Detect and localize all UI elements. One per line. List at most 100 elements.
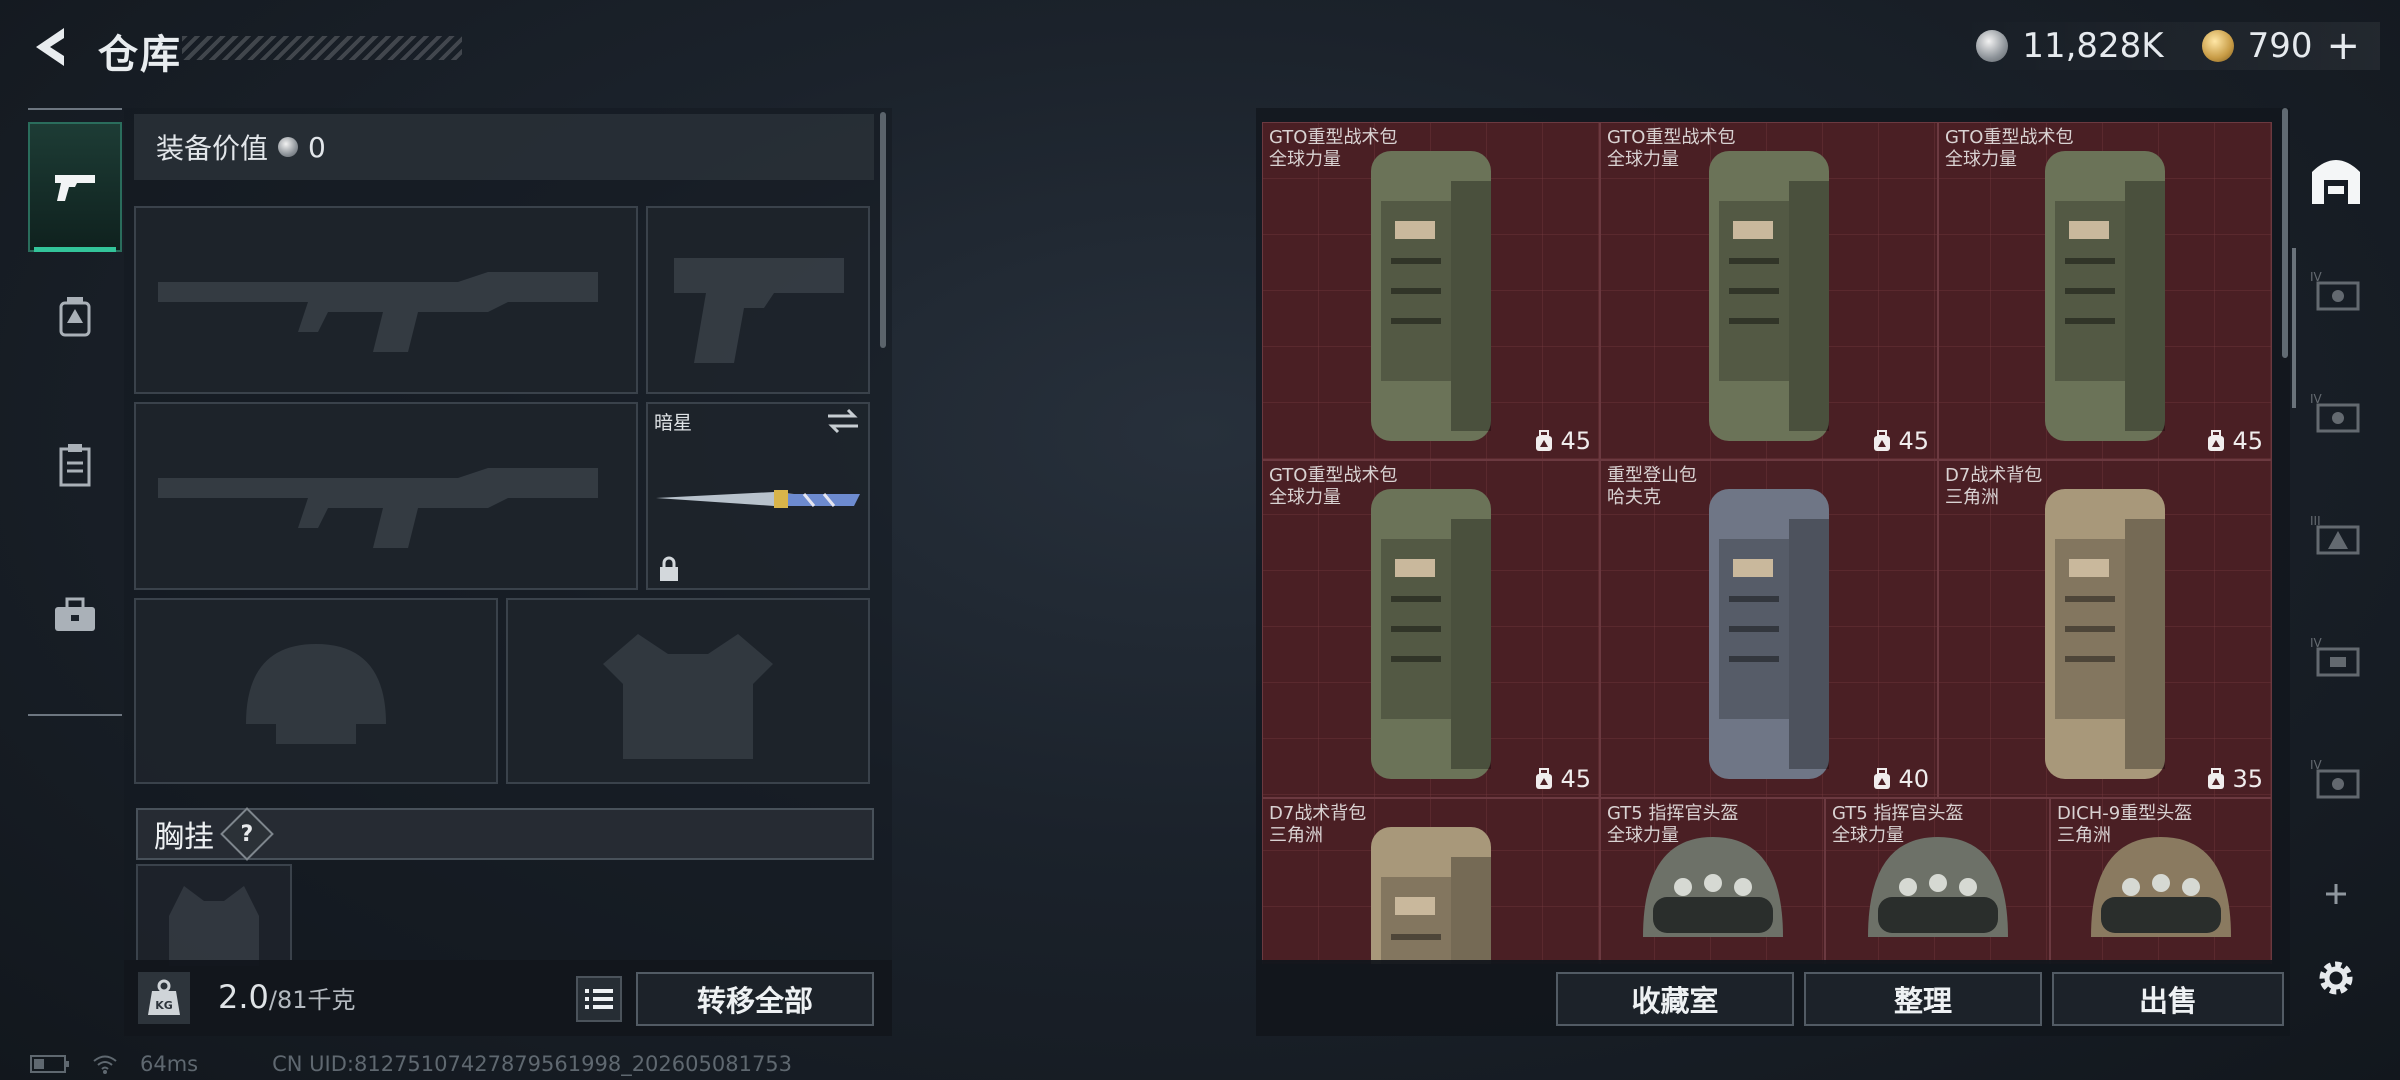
- tab-tools[interactable]: [28, 550, 122, 680]
- status-bar: 64ms CN UID:81275107427879561998_2026050…: [30, 1052, 792, 1076]
- melee-slot[interactable]: 暗星: [646, 402, 870, 590]
- sell-button[interactable]: 出售: [2052, 972, 2284, 1026]
- container-icon: IV: [2310, 270, 2360, 311]
- item-capacity: 35: [2206, 765, 2263, 793]
- sort-button[interactable]: 整理: [1804, 972, 2042, 1026]
- inventory-item[interactable]: 重型登山包 哈夫克 40: [1600, 460, 1938, 798]
- pistol-slot[interactable]: [646, 206, 870, 394]
- collection-room-button[interactable]: 收藏室: [1556, 972, 1794, 1026]
- settings-button[interactable]: [2300, 948, 2372, 1008]
- vest-silhouette-icon: [603, 634, 773, 759]
- capacity-icon: [1874, 768, 1891, 789]
- inventory-scrollbar[interactable]: [2282, 108, 2288, 358]
- storage-rail: IV IV III IV IV: [2292, 108, 2382, 1036]
- pistol-icon: [55, 175, 95, 201]
- tab-weapons[interactable]: [28, 122, 122, 252]
- item-capacity: 45: [1872, 427, 1929, 455]
- item-brand: 三角洲: [1269, 825, 1323, 846]
- inventory-item[interactable]: DICH-9重型头盔 三角洲: [2050, 798, 2272, 964]
- inventory-item[interactable]: GTO重型战术包 全球力量 45: [1262, 460, 1600, 798]
- item-label: GTO重型战术包 全球力量: [1269, 465, 1397, 509]
- gear-icon: [2319, 961, 2353, 995]
- chest-rig-slot[interactable]: [136, 864, 292, 966]
- container-slot-3[interactable]: III: [2300, 504, 2372, 564]
- item-name: DICH-9重型头盔: [2057, 803, 2193, 824]
- inventory-item[interactable]: GTO重型战术包 全球力量 45: [1938, 122, 2272, 460]
- item-brand: 三角洲: [1945, 487, 1999, 508]
- container-icon: IV: [2310, 636, 2360, 677]
- inventory-item[interactable]: D7战术背包 三角洲 35: [1938, 460, 2272, 798]
- help-icon[interactable]: ?: [220, 807, 274, 861]
- user-uid: CN UID:81275107427879561998_202605081753: [272, 1052, 793, 1076]
- item-name: GTO重型战术包: [1269, 127, 1398, 148]
- backpack-icon: [2045, 151, 2165, 441]
- item-brand: 哈夫克: [1607, 487, 1661, 508]
- container-slot-1[interactable]: IV: [2300, 260, 2372, 320]
- category-tabs: [28, 108, 122, 716]
- svg-text:KG: KG: [155, 999, 173, 1012]
- helmet-silhouette-icon: [246, 644, 386, 744]
- silver-coin-icon: [1976, 30, 2009, 62]
- equipment-value-label: 装备价值: [156, 132, 269, 165]
- weight-max: /81千克: [268, 986, 356, 1014]
- equipment-value: 0: [308, 130, 326, 164]
- inventory-item[interactable]: GT5 指挥官头盔 全球力量: [1825, 798, 2050, 964]
- inventory-grid[interactable]: GTO重型战术包 全球力量 45 GTO重型战术包 全球力量 45 GTO重型战术包 全球力量…: [1262, 122, 2272, 964]
- item-label: GTO重型战术包 全球力量: [1607, 127, 1735, 171]
- backpack-icon: [1371, 151, 1491, 441]
- backpack-icon: [1709, 151, 1829, 441]
- swap-icon[interactable]: [826, 408, 860, 434]
- container-slot-2[interactable]: IV: [2300, 382, 2372, 442]
- capacity-icon: [1536, 430, 1553, 451]
- primary-weapon-slot[interactable]: [134, 206, 638, 394]
- gold-coin-icon: [2201, 30, 2234, 62]
- inventory-item[interactable]: GT5 指挥官头盔 全球力量: [1600, 798, 1825, 964]
- equipment-footer: KG 2.0/81千克 转移全部: [124, 960, 892, 1036]
- armor-slot[interactable]: [506, 598, 870, 784]
- inventory-item[interactable]: D7战术背包 三角洲: [1262, 798, 1600, 964]
- chevron-left-icon: [36, 28, 64, 66]
- container-slot-5[interactable]: IV: [2300, 748, 2372, 808]
- equipment-value-bar: 装备价值 0: [134, 114, 874, 180]
- tab-gear[interactable]: [28, 252, 122, 382]
- item-name: D7战术背包: [1269, 803, 1367, 824]
- inventory-item[interactable]: GTO重型战术包 全球力量 45: [1262, 122, 1600, 460]
- container-icon: IV: [2310, 392, 2360, 433]
- transfer-all-button[interactable]: 转移全部: [636, 972, 874, 1026]
- gold-amount: 790: [2247, 26, 2313, 66]
- item-capacity: 40: [1872, 765, 1929, 793]
- page-title: 仓库: [98, 32, 182, 78]
- item-name: D7战术背包: [1945, 465, 2043, 486]
- pistol-silhouette-icon: [674, 258, 844, 363]
- item-count: 45: [1898, 427, 1929, 455]
- item-brand: 全球力量: [1269, 487, 1341, 508]
- item-capacity: 45: [1534, 427, 1591, 455]
- warehouse-home-button[interactable]: [2300, 150, 2372, 210]
- equipment-scrollbar[interactable]: [880, 112, 886, 348]
- item-brand: 全球力量: [1269, 149, 1341, 170]
- item-brand: 三角洲: [2057, 825, 2111, 846]
- helmet-slot[interactable]: [134, 598, 498, 784]
- container-slot-4[interactable]: IV: [2300, 626, 2372, 686]
- weight-icon: KG: [138, 972, 190, 1024]
- add-container-button[interactable]: [2300, 864, 2372, 924]
- capacity-icon: [1874, 430, 1891, 451]
- helmet-icon: [2091, 837, 2231, 937]
- tab-consumables[interactable]: [28, 400, 122, 530]
- inventory-item[interactable]: GTO重型战术包 全球力量 45: [1600, 122, 1938, 460]
- warehouse-icon: [2312, 160, 2360, 204]
- add-currency-button[interactable]: +: [2326, 23, 2360, 69]
- chest-rig-label: 胸挂: [154, 820, 214, 855]
- rifle-silhouette-icon: [158, 272, 598, 352]
- item-name: 重型登山包: [1607, 465, 1697, 486]
- item-label: GT5 指挥官头盔 全球力量: [1607, 803, 1738, 847]
- backpack-tab-icon: [59, 297, 91, 337]
- melee-name: 暗星: [654, 412, 693, 434]
- capacity-icon: [2208, 768, 2225, 789]
- list-view-button[interactable]: [576, 976, 622, 1022]
- capacity-icon: [2208, 430, 2225, 451]
- item-count: 35: [2232, 765, 2263, 793]
- item-count: 45: [1560, 765, 1591, 793]
- secondary-weapon-slot[interactable]: [134, 402, 638, 590]
- back-button[interactable]: [26, 22, 76, 72]
